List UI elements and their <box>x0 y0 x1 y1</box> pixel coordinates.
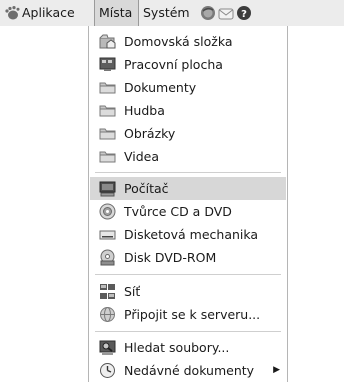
applications-menu[interactable]: Aplikace <box>22 0 75 26</box>
menu-separator <box>95 331 281 332</box>
svg-text:?: ? <box>241 9 247 20</box>
connect-server-icon <box>100 307 115 322</box>
menu-separator <box>95 274 281 275</box>
gnome-foot-icon <box>5 6 20 20</box>
menu-item-recent-documents[interactable]: Nedávné dokumenty ▶ <box>90 359 286 382</box>
submenu-arrow-icon: ▶ <box>273 365 280 375</box>
menu-item-label: Obrázky <box>124 126 176 141</box>
menu-item-label: Nedávné dokumenty <box>124 363 255 378</box>
menu-item-cd-dvd-creator[interactable]: Tvůrce CD a DVD <box>90 200 286 223</box>
menu-item-label: Tvůrce CD a DVD <box>124 204 232 219</box>
top-panel: Aplikace Místa Systém ? <box>0 0 344 26</box>
menu-item-dvd-rom[interactable]: Disk DVD-ROM <box>90 246 286 269</box>
menu-item-label: Hledat soubory... <box>124 340 230 355</box>
menu-item-floppy-drive[interactable]: Disketová mechanika <box>90 223 286 246</box>
menu-item-documents[interactable]: Dokumenty <box>90 76 286 99</box>
cd-burner-icon <box>99 203 116 220</box>
mail-icon[interactable] <box>218 5 234 21</box>
places-dropdown-menu: Domovská složka Pracovní plocha Dokument… <box>88 26 288 382</box>
places-menu[interactable]: Místa <box>94 0 139 26</box>
folder-icon <box>99 105 116 117</box>
network-icon <box>100 284 115 299</box>
menu-item-label: Videa <box>124 149 160 164</box>
menu-item-label: Pracovní plocha <box>124 57 223 72</box>
menu-item-network[interactable]: Síť <box>90 280 286 303</box>
menu-item-label: Počítač <box>124 181 169 196</box>
menu-item-label: Hudba <box>124 103 165 118</box>
menu-item-connect-to-server[interactable]: Připojit se k serveru... <box>90 303 286 326</box>
folder-icon <box>99 151 116 163</box>
menu-item-desktop[interactable]: Pracovní plocha <box>90 53 286 76</box>
desktop-icon <box>99 57 116 71</box>
menu-item-label: Domovská složka <box>124 34 233 49</box>
recent-documents-icon <box>100 363 115 378</box>
menu-separator <box>95 172 281 173</box>
menu-item-search-files[interactable]: Hledat soubory... <box>90 336 286 359</box>
menu-item-pictures[interactable]: Obrázky <box>90 122 286 145</box>
menu-item-label: Disketová mechanika <box>124 227 259 242</box>
menu-item-computer[interactable]: Počítač <box>90 177 286 200</box>
menu-item-label: Disk DVD-ROM <box>124 250 217 265</box>
help-icon[interactable]: ? <box>236 5 252 21</box>
search-files-icon <box>99 340 116 355</box>
menu-item-label: Připojit se k serveru... <box>124 307 261 322</box>
dvd-rom-icon <box>100 249 115 266</box>
system-menu[interactable]: Systém <box>143 0 190 26</box>
menu-item-videos[interactable]: Videa <box>90 145 286 168</box>
menu-item-home-folder[interactable]: Domovská složka <box>90 30 286 53</box>
folder-icon <box>99 128 116 140</box>
computer-icon <box>99 181 116 197</box>
floppy-drive-icon <box>99 230 116 240</box>
folder-icon <box>99 82 116 94</box>
menu-item-music[interactable]: Hudba <box>90 99 286 122</box>
menu-item-label: Síť <box>124 284 141 299</box>
menu-item-label: Dokumenty <box>124 80 197 95</box>
home-folder-icon <box>99 34 116 49</box>
web-browser-icon[interactable] <box>200 5 216 21</box>
